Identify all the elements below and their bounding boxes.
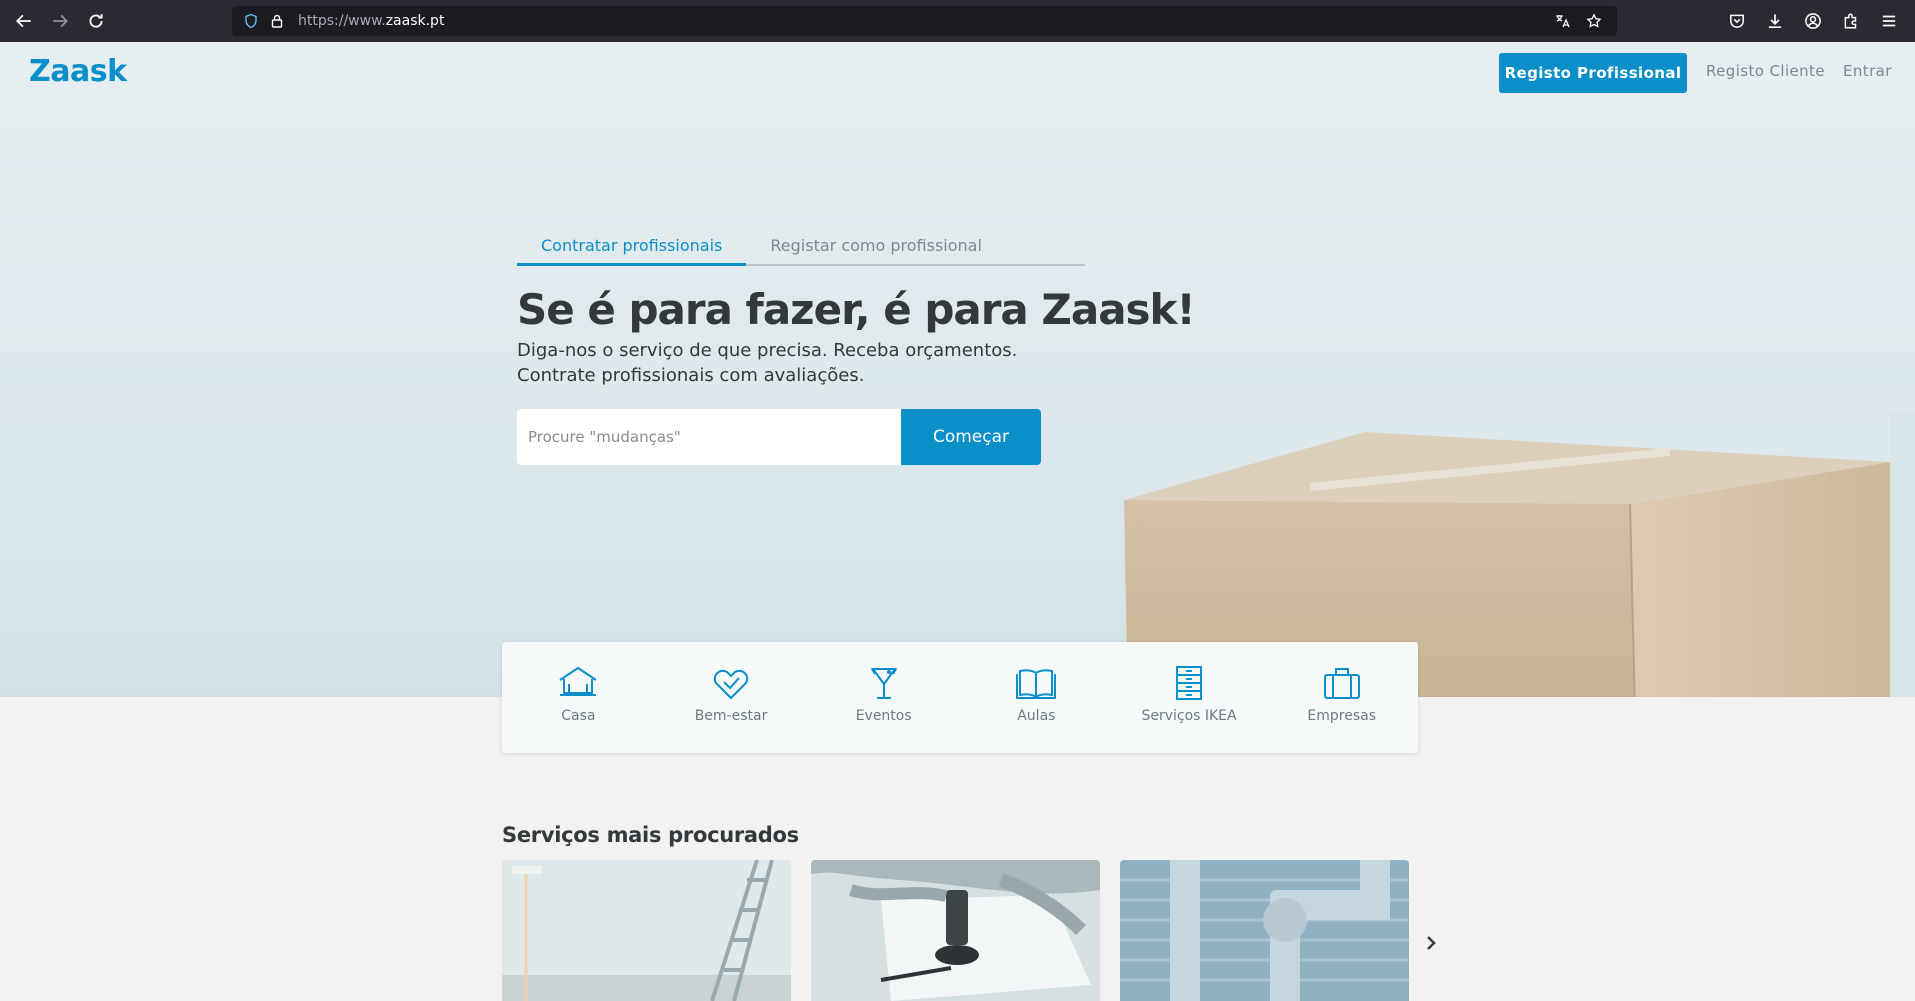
register-client-link[interactable]: Registo Cliente bbox=[1706, 62, 1825, 80]
page: Zaask Registo Profissional Registo Clien… bbox=[0, 42, 1915, 1001]
category-label: Empresas bbox=[1307, 708, 1376, 724]
site-header: Zaask Registo Profissional Registo Clien… bbox=[0, 42, 1915, 102]
category-label: Serviços IKEA bbox=[1141, 708, 1237, 724]
hero-headline: Se é para fazer, é para Zaask! bbox=[517, 285, 1196, 334]
house-icon bbox=[559, 666, 597, 696]
category-label: Aulas bbox=[1017, 708, 1056, 724]
tracking-shield-icon[interactable] bbox=[240, 10, 262, 32]
tab-hire-pros[interactable]: Contratar profissionais bbox=[517, 232, 747, 266]
carousel-next-button[interactable] bbox=[1420, 932, 1442, 954]
reload-icon bbox=[89, 14, 103, 28]
start-button[interactable]: Começar bbox=[901, 409, 1041, 465]
browser-toolbar: https://www.zaask.pt bbox=[0, 0, 1915, 42]
category-bem-estar[interactable]: Bem-estar bbox=[655, 642, 808, 753]
tab-register-pro[interactable]: Registar como profissional bbox=[746, 232, 1006, 266]
url-bar[interactable]: https://www.zaask.pt bbox=[232, 6, 1617, 36]
extensions-button[interactable] bbox=[1833, 3, 1869, 39]
forward-button[interactable] bbox=[42, 3, 78, 39]
category-casa[interactable]: Casa bbox=[502, 642, 655, 753]
category-eventos[interactable]: Eventos bbox=[807, 642, 960, 753]
service-card-painting[interactable] bbox=[502, 860, 791, 1001]
popular-services-title: Serviços mais procurados bbox=[502, 823, 799, 847]
category-empresas[interactable]: Empresas bbox=[1265, 642, 1418, 753]
menu-button[interactable] bbox=[1871, 3, 1907, 39]
heart-icon bbox=[713, 669, 749, 700]
login-link[interactable]: Entrar bbox=[1843, 62, 1892, 80]
painting-ladder-image bbox=[502, 860, 791, 1001]
pocket-button[interactable] bbox=[1719, 3, 1755, 39]
cocktail-icon bbox=[870, 668, 897, 699]
service-search-input[interactable] bbox=[517, 409, 902, 465]
lock-icon[interactable] bbox=[266, 10, 288, 32]
downloads-button[interactable] bbox=[1757, 3, 1793, 39]
category-label: Eventos bbox=[855, 708, 912, 724]
book-icon bbox=[1016, 669, 1057, 699]
category-bar: Casa Bem-estar Eventos Aulas Serviços IK… bbox=[502, 642, 1418, 753]
category-aulas[interactable]: Aulas bbox=[960, 642, 1113, 753]
puzzle-icon bbox=[1844, 13, 1857, 29]
hamburger-icon bbox=[1882, 15, 1896, 27]
back-button[interactable] bbox=[6, 3, 42, 39]
url-text[interactable]: https://www.zaask.pt bbox=[298, 13, 444, 29]
account-icon bbox=[1805, 13, 1821, 29]
zaask-logo[interactable]: Zaask bbox=[29, 54, 127, 89]
drawers-icon bbox=[1176, 666, 1203, 700]
register-pro-button[interactable]: Registo Profissional bbox=[1499, 53, 1687, 93]
arrow-right-icon bbox=[53, 14, 69, 28]
hero-subline: Diga-nos o serviço de que precisa. Receb… bbox=[517, 340, 1018, 386]
translate-icon[interactable] bbox=[1551, 10, 1573, 32]
service-card-notary[interactable] bbox=[811, 860, 1100, 1001]
chevron-right-icon bbox=[1427, 936, 1436, 950]
category-label: Bem-estar bbox=[694, 708, 768, 724]
reload-button[interactable] bbox=[78, 3, 114, 39]
hero-tabs: Contratar profissionais Registar como pr… bbox=[517, 232, 1085, 266]
download-icon bbox=[1768, 14, 1782, 29]
briefcase-icon bbox=[1323, 668, 1360, 699]
pocket-icon bbox=[1730, 14, 1744, 28]
bookmark-star-icon[interactable] bbox=[1583, 10, 1605, 32]
service-card-plumbing[interactable] bbox=[1120, 860, 1409, 1001]
category-label: Casa bbox=[561, 708, 596, 724]
arrow-left-icon bbox=[15, 14, 31, 28]
plumbing-pipes-image bbox=[1120, 860, 1409, 1001]
notary-stamp-image bbox=[811, 860, 1100, 1001]
account-button[interactable] bbox=[1795, 3, 1831, 39]
category-servicos-ikea[interactable]: Serviços IKEA bbox=[1113, 642, 1266, 753]
